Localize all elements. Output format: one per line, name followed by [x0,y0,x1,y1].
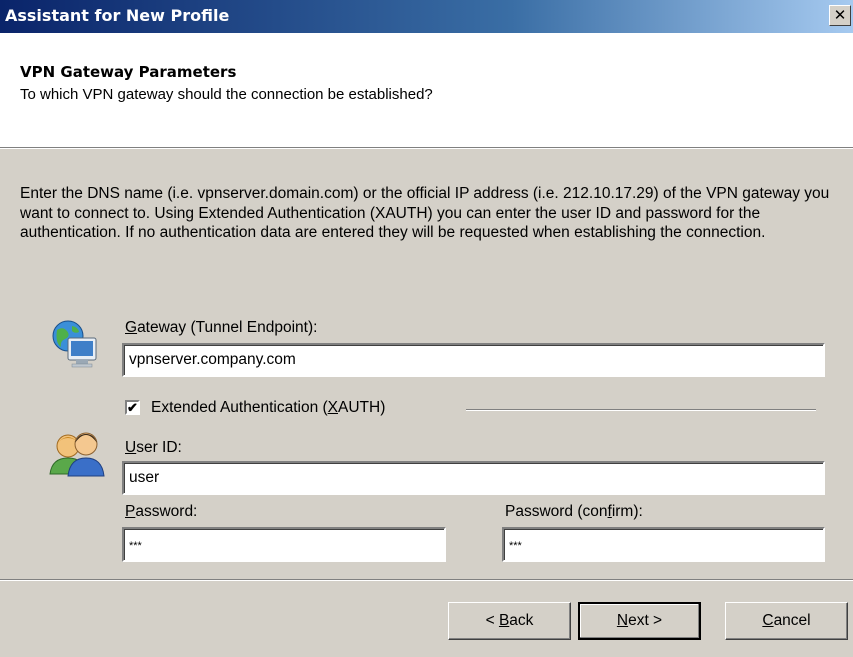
xauth-checkbox[interactable]: ✔ [125,400,140,415]
gateway-input[interactable] [122,343,825,377]
page-subtitle: To which VPN gateway should the connecti… [20,86,433,103]
network-computer-icon [52,320,97,368]
wizard-header: VPN Gateway Parameters To which VPN gate… [0,33,853,147]
back-button[interactable]: < Back [448,602,571,640]
page-title: VPN Gateway Parameters [20,63,237,81]
user-id-input[interactable] [122,461,825,495]
close-button[interactable]: ✕ [829,5,851,26]
user-id-label: User ID: [125,439,182,456]
users-icon [49,432,105,477]
cancel-button[interactable]: Cancel [725,602,848,640]
password-confirm-label: Password (confirm): [505,503,643,520]
password-input[interactable] [122,527,446,562]
password-confirm-input[interactable] [502,527,825,562]
close-icon: ✕ [833,6,847,24]
footer-divider [0,579,853,581]
next-button[interactable]: Next > [578,602,701,640]
password-label: Password: [125,503,198,520]
window-title: Assistant for New Profile [5,6,230,25]
header-divider [0,147,853,149]
group-separator [466,409,816,411]
instructions-text: Enter the DNS name (i.e. vpnserver.domai… [20,185,830,241]
gateway-label: Gateway (Tunnel Endpoint): [125,319,318,336]
xauth-label[interactable]: Extended Authentication (XAUTH) [151,399,385,417]
title-bar: Assistant for New Profile ✕ [0,0,853,33]
